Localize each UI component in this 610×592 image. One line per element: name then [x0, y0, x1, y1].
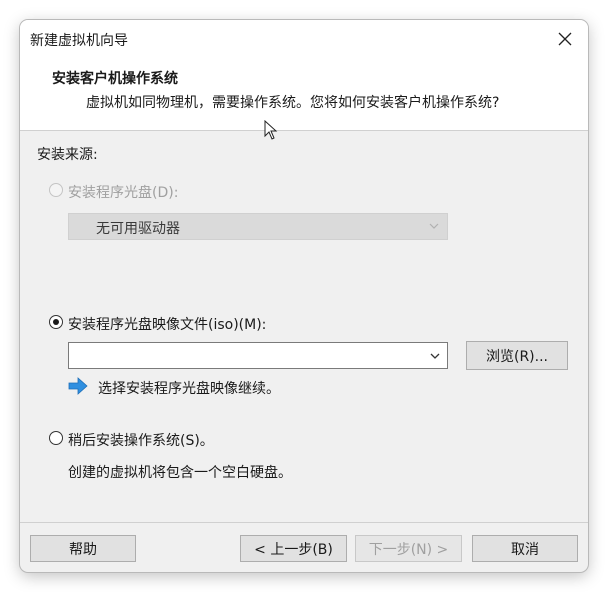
- drive-select-value: 无可用驱动器: [96, 221, 180, 237]
- iso-image-label: 安装程序光盘映像文件(iso)(M):: [68, 317, 267, 333]
- next-button[interactable]: 下一步(N) >: [355, 535, 462, 562]
- install-source-label: 安装来源:: [37, 147, 98, 163]
- cancel-button[interactable]: 取消: [472, 535, 578, 562]
- installer-disc-label: 安装程序光盘(D):: [68, 185, 179, 201]
- chevron-down-icon[interactable]: [429, 349, 441, 363]
- new-vm-wizard-dialog: 新建虚拟机向导 安装客户机操作系统 虚拟机如同物理机，需要操作系统。您将如何安装…: [20, 20, 588, 572]
- drive-select[interactable]: 无可用驱动器: [68, 213, 448, 240]
- wizard-header: 安装客户机操作系统 虚拟机如同物理机，需要操作系统。您将如何安装客户机操作系统?: [20, 58, 588, 131]
- close-icon: [558, 32, 572, 46]
- mouse-cursor-icon: [264, 120, 278, 140]
- install-later-description: 创建的虚拟机将包含一个空白硬盘。: [68, 465, 292, 481]
- back-button[interactable]: < 上一步(B): [240, 535, 347, 562]
- page-title: 安装客户机操作系统: [52, 71, 178, 87]
- title-bar: 新建虚拟机向导: [20, 20, 588, 58]
- install-later-label: 稍后安装操作系统(S)。: [68, 433, 214, 449]
- info-arrow-icon: [68, 377, 88, 395]
- radio-install-later[interactable]: [49, 431, 63, 445]
- help-button[interactable]: 帮助: [30, 535, 136, 562]
- page-subtitle: 虚拟机如同物理机，需要操作系统。您将如何安装客户机操作系统?: [86, 95, 500, 111]
- close-button[interactable]: [542, 20, 588, 58]
- iso-hint-text: 选择安装程序光盘映像继续。: [98, 381, 280, 397]
- chevron-down-icon: [429, 223, 439, 229]
- radio-iso-image[interactable]: [49, 315, 63, 329]
- radio-installer-disc[interactable]: [49, 183, 63, 197]
- browse-button[interactable]: 浏览(R)...: [466, 341, 568, 370]
- window-title: 新建虚拟机向导: [30, 33, 128, 49]
- iso-path-combobox[interactable]: [68, 342, 448, 369]
